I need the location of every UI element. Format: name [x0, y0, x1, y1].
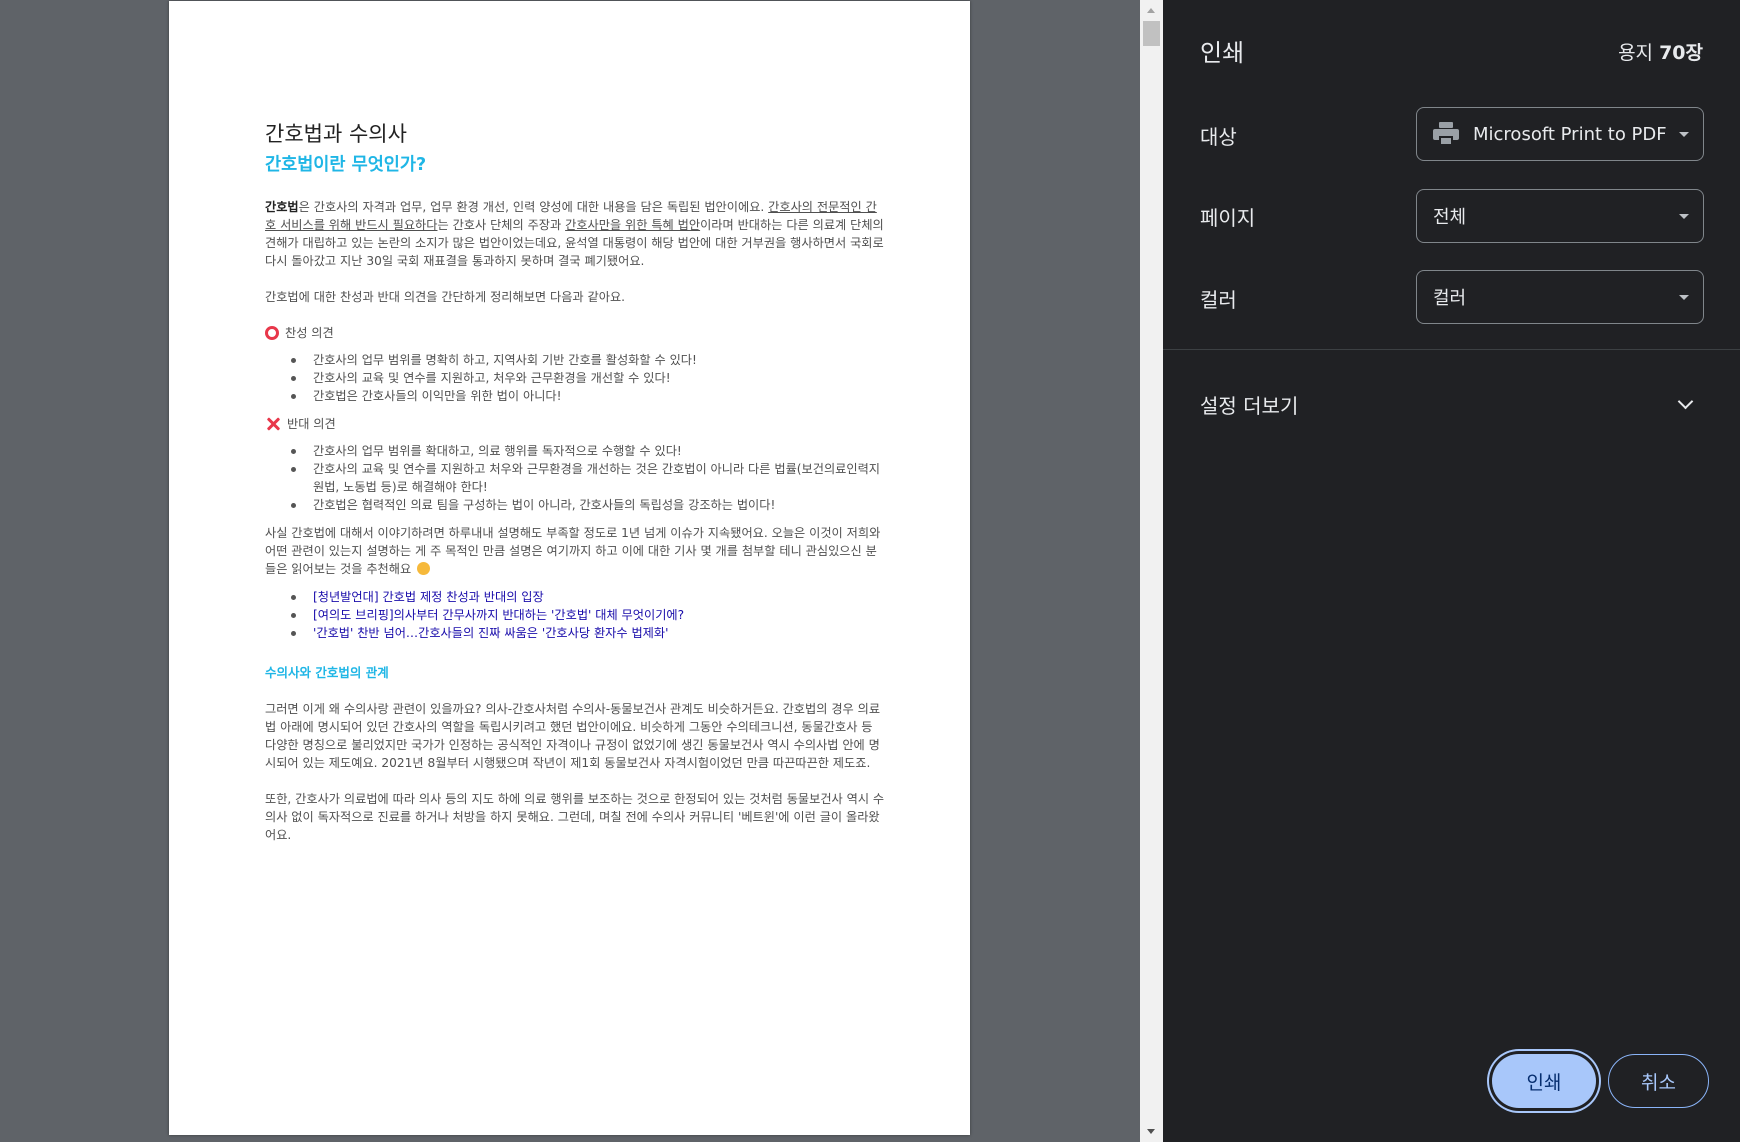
panel-title: 인쇄	[1200, 39, 1245, 67]
sheet-count-prefix: 용지	[1618, 42, 1660, 64]
section2-paragraph-2: 또한, 간호사가 의료법에 따라 의사 등의 지도 하에 의료 행위를 보조하는…	[265, 792, 885, 842]
cancel-button[interactable]: 취소	[1608, 1054, 1709, 1108]
section2-paragraph-1: 그러면 이게 왜 수의사랑 관련이 있을까요? 의사-간호사처럼 수의사-동물보…	[265, 702, 881, 770]
print-button[interactable]: 인쇄	[1492, 1054, 1596, 1108]
list-item: 간호사의 업무 범위를 명확히 하고, 지역사회 기반 간호를 활성화할 수 있…	[291, 351, 885, 369]
scroll-up-arrow-icon[interactable]	[1140, 0, 1163, 20]
cross-x-icon	[265, 416, 281, 432]
page-content: 간호법과 수의사 간호법이란 무엇인가? 간호법은 간호사의 자격과 업무, 업…	[265, 119, 885, 862]
list-item: 간호법은 협력적인 의료 팀을 구성하는 법이 아니라, 간호사들의 독립성을 …	[291, 496, 885, 514]
article-link[interactable]: [여의도 브리핑]의사부터 간무사까지 반대하는 '간호법' 대체 무엇이기에?	[291, 606, 885, 624]
list-item: 간호사의 교육 및 연수를 지원하고 처우와 근무환경을 개선하는 것은 간호법…	[291, 460, 885, 496]
pro-list: 간호사의 업무 범위를 명확히 하고, 지역사회 기반 간호를 활성화할 수 있…	[291, 351, 885, 405]
intro-bold-term: 간호법	[265, 200, 299, 214]
summary-paragraph: 간호법에 대한 찬성과 반대 의견을 간단하게 정리해보면 다음과 같아요.	[265, 290, 626, 304]
intro-paragraph: 간호법은 간호사의 자격과 업무, 업무 환경 개선, 인력 양성에 대한 내용…	[265, 198, 885, 270]
panel-divider	[1163, 349, 1740, 350]
pro-opinion-heading: 찬성 의견	[265, 324, 885, 342]
print-preview-area: 간호법과 수의사 간호법이란 무엇인가? 간호법은 간호사의 자격과 업무, 업…	[0, 0, 1140, 1142]
scroll-thumb[interactable]	[1143, 21, 1160, 46]
intro-text-2: 는 간호사 단체의 주장과	[437, 218, 566, 232]
destination-label: 대상	[1200, 125, 1237, 149]
scroll-down-arrow-icon[interactable]	[1140, 1122, 1163, 1142]
caret-down-icon	[1679, 295, 1689, 300]
pro-heading-label: 찬성 의견	[285, 326, 334, 340]
caret-down-icon	[1679, 132, 1689, 137]
intro-underline-2: 간호사만을 위한 특혜 법안	[565, 218, 701, 232]
document-heading: 간호법이란 무엇인가?	[265, 155, 427, 175]
pages-label: 페이지	[1200, 206, 1256, 230]
color-select[interactable]: 컬러	[1416, 270, 1704, 324]
article-link[interactable]: [청년발언대] 간호법 제정 찬성과 반대의 입장	[291, 588, 885, 606]
con-opinion-heading: 반대 의견	[265, 415, 885, 433]
pages-value: 전체	[1433, 207, 1467, 228]
intro-text-1: 은 간호사의 자격과 업무, 업무 환경 개선, 인력 양성에 대한 내용을 담…	[298, 200, 769, 214]
more-settings-toggle[interactable]: 설정 더보기	[1200, 390, 1298, 419]
print-settings-panel: 인쇄 용지 70장 대상 Microsoft Print to PDF 페이지 …	[1163, 0, 1740, 1142]
printer-icon	[1433, 122, 1459, 146]
sheet-count: 용지 70장	[1618, 38, 1703, 65]
sheet-count-value: 70장	[1659, 42, 1703, 64]
more-info-text: 사실 간호법에 대해서 이야기하려면 하루내내 설명해도 부족할 정도로 1년 …	[265, 526, 881, 576]
destination-value: Microsoft Print to PDF	[1473, 123, 1667, 145]
article-link[interactable]: '간호법' 찬반 넘어…간호사들의 진짜 싸움은 '간호사당 환자수 법제화'	[291, 624, 885, 642]
document-title: 간호법과 수의사	[265, 122, 407, 146]
con-list: 간호사의 업무 범위를 확대하고, 의료 행위를 독자적으로 수행할 수 있다!…	[291, 442, 885, 514]
article-links-list: [청년발언대] 간호법 제정 찬성과 반대의 입장 [여의도 브리핑]의사부터 …	[291, 588, 885, 642]
con-heading-label: 반대 의견	[287, 417, 336, 431]
preview-page: 간호법과 수의사 간호법이란 무엇인가? 간호법은 간호사의 자격과 업무, 업…	[169, 1, 970, 1135]
circle-o-icon	[265, 326, 279, 340]
list-item: 간호사의 업무 범위를 확대하고, 의료 행위를 독자적으로 수행할 수 있다!	[291, 442, 885, 460]
caret-down-icon	[1679, 214, 1689, 219]
list-item: 간호사의 교육 및 연수를 지원하고, 처우와 근무환경을 개선할 수 있다!	[291, 369, 885, 387]
more-info-paragraph: 사실 간호법에 대해서 이야기하려면 하루내내 설명해도 부족할 정도로 1년 …	[265, 524, 885, 578]
preview-scrollbar[interactable]	[1140, 0, 1163, 1142]
color-label: 컬러	[1200, 288, 1237, 312]
destination-select[interactable]: Microsoft Print to PDF	[1416, 107, 1704, 161]
pages-select[interactable]: 전체	[1416, 189, 1704, 243]
chevron-down-icon[interactable]	[1677, 393, 1694, 410]
smiley-emoji-icon	[417, 562, 431, 575]
list-item: 간호법은 간호사들의 이익만을 위한 법이 아니다!	[291, 387, 885, 405]
color-value: 컬러	[1433, 288, 1467, 309]
section2-heading: 수의사와 간호법의 관계	[265, 665, 389, 680]
